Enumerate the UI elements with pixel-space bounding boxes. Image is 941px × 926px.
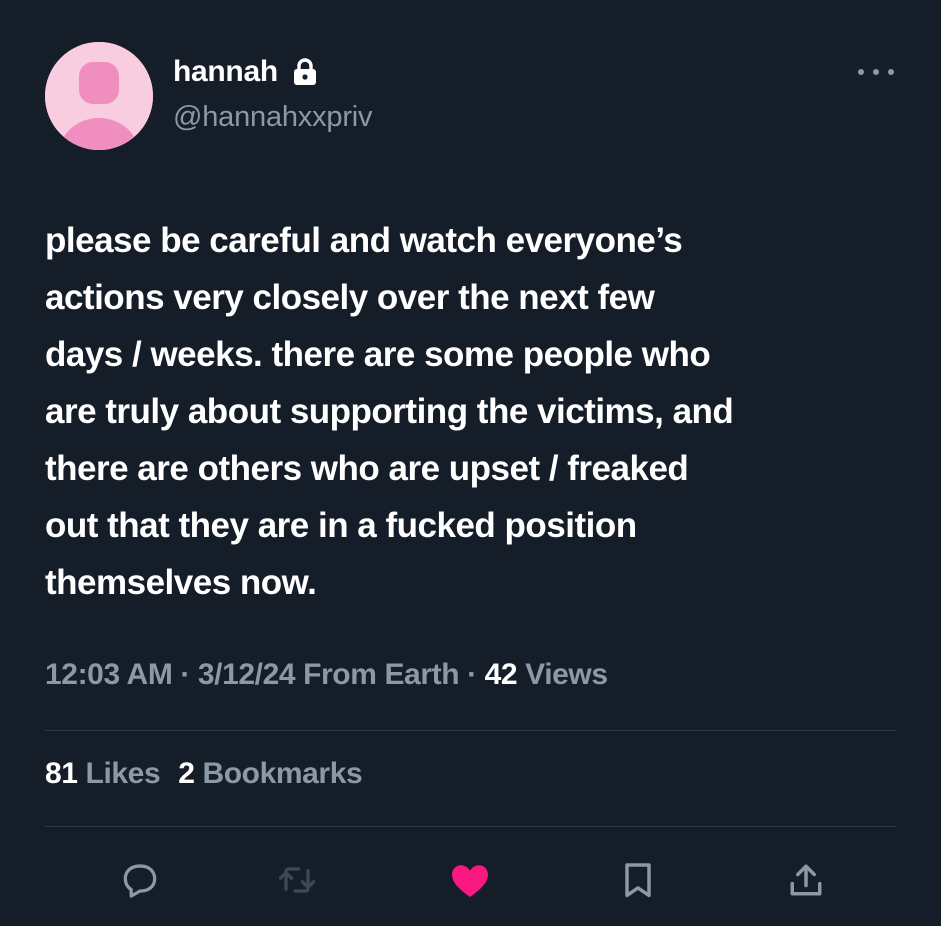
bookmarks-count: 2 (178, 757, 195, 790)
avatar[interactable] (45, 42, 153, 150)
tweet-time[interactable]: 12:03 AM (45, 658, 173, 691)
more-dot-icon (873, 69, 879, 75)
share-button[interactable] (778, 852, 834, 908)
tweet-text: please be careful and watch everyone’s a… (45, 221, 734, 602)
heart-icon (452, 865, 488, 897)
retweet-button[interactable] (269, 852, 325, 908)
bookmark-icon (625, 863, 651, 898)
meta-separator: · (172, 658, 198, 691)
share-icon (790, 864, 822, 896)
engagement-stats: 81 Likes 2 Bookmarks (45, 757, 363, 791)
meta-separator: · (459, 658, 485, 691)
like-button[interactable] (442, 852, 498, 908)
views-count: 42 (484, 658, 518, 691)
retweet-icon (278, 867, 316, 893)
author-handle[interactable]: @hannahxxpriv (173, 101, 373, 134)
action-bar (0, 852, 941, 908)
author-display-name[interactable]: hannah (173, 55, 278, 89)
divider (45, 730, 896, 731)
likes-count: 81 (45, 757, 78, 790)
reply-button[interactable] (112, 852, 168, 908)
views-label: Views (517, 658, 608, 691)
bookmark-button[interactable] (610, 852, 666, 908)
bookmarks-label: Bookmarks (194, 757, 363, 790)
more-dot-icon (888, 69, 894, 75)
more-options-button[interactable] (858, 62, 894, 82)
author-name-row: hannah (173, 52, 318, 92)
likes-label: Likes (77, 757, 161, 790)
tweet-meta: 12:03 AM · 3/12/24 From Earth · 42 Views (45, 658, 608, 692)
reply-icon (123, 864, 157, 898)
lock-icon (292, 58, 318, 86)
tweet-date[interactable]: 3/12/24 (198, 658, 296, 691)
tweet-card: hannah @hannahxxpriv please be careful a… (0, 0, 941, 926)
divider (45, 826, 896, 827)
more-dot-icon (858, 69, 864, 75)
bookmarks-stat[interactable]: 2 Bookmarks (178, 757, 362, 791)
tweet-source: From Earth (295, 658, 460, 691)
likes-stat[interactable]: 81 Likes (45, 757, 161, 791)
default-avatar-icon (45, 42, 153, 150)
